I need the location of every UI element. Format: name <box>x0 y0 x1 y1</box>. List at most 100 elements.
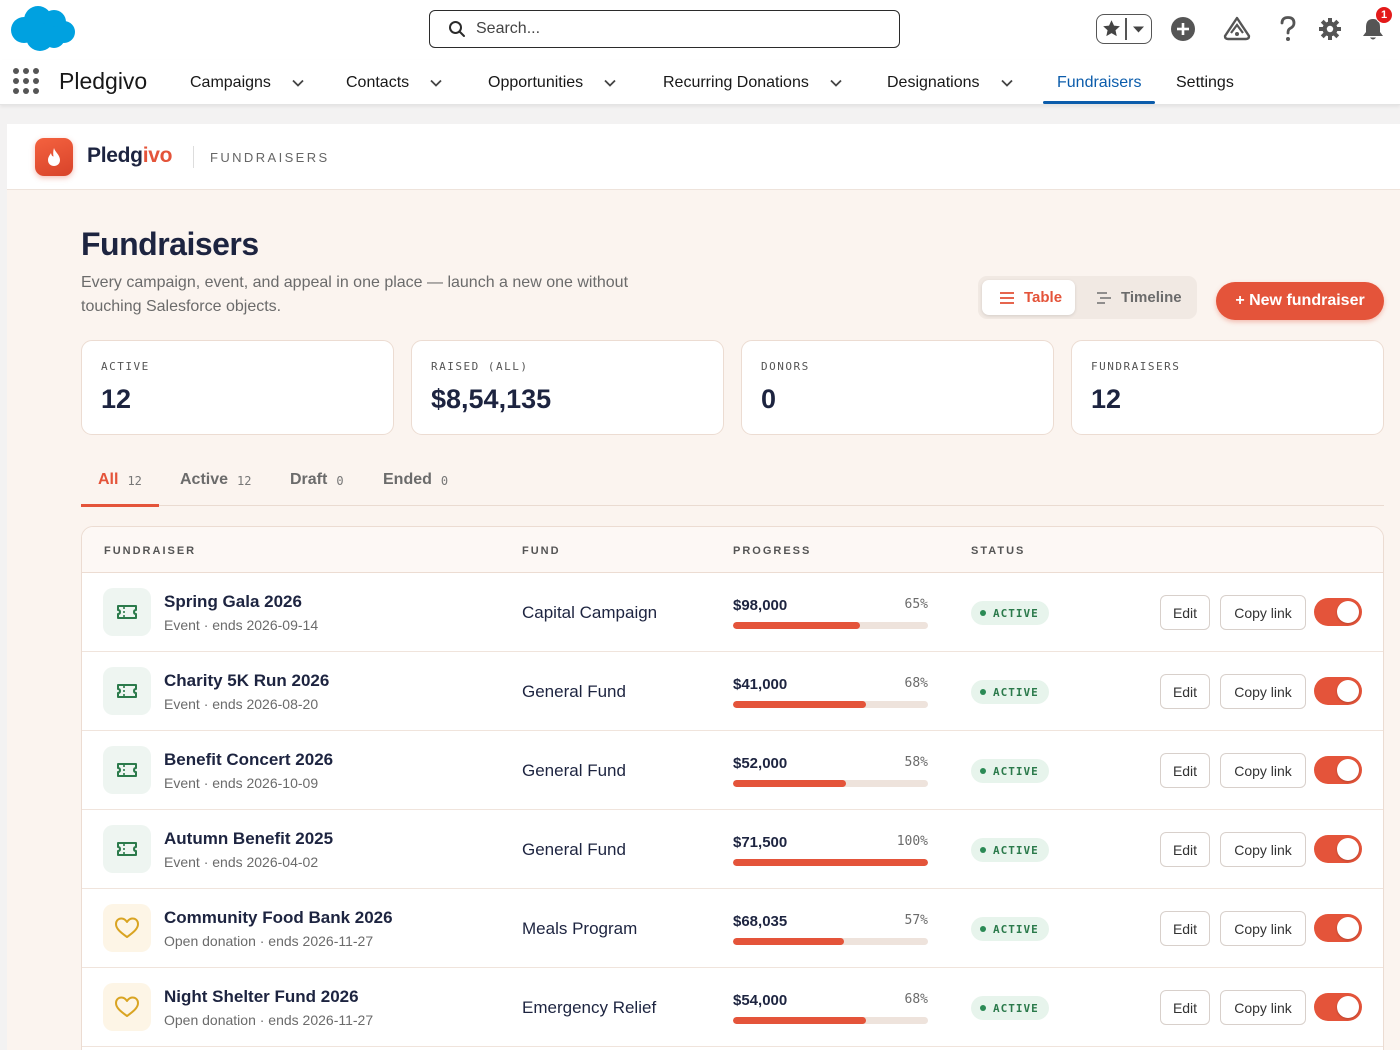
nav-tab-campaigns[interactable]: Campaigns <box>190 60 305 105</box>
nav-tab-settings[interactable]: Settings <box>1176 60 1234 105</box>
edit-button[interactable]: Edit <box>1160 990 1210 1025</box>
status-dot <box>980 768 986 774</box>
stat-value: $8,54,135 <box>431 384 552 414</box>
filter-tab-draft[interactable]: Draft 0 <box>290 469 344 505</box>
copy-link-button[interactable]: Copy link <box>1220 911 1306 946</box>
fundraiser-name[interactable]: Charity 5K Run 2026 <box>164 671 329 691</box>
toggle-knob <box>1337 601 1359 623</box>
edit-button[interactable]: Edit <box>1160 674 1210 709</box>
fundraiser-name[interactable]: Night Shelter Fund 2026 <box>164 987 359 1007</box>
progress-percent: 58% <box>904 755 928 770</box>
filter-tab-ended[interactable]: Ended 0 <box>383 469 448 505</box>
edit-button[interactable]: Edit <box>1160 753 1210 788</box>
view-timeline-button[interactable]: Timeline <box>1088 280 1193 315</box>
copy-link-button[interactable]: Copy link <box>1220 832 1306 867</box>
toggle-knob <box>1337 680 1359 702</box>
chevron-down-icon[interactable] <box>829 76 843 90</box>
notifications-button[interactable]: 1 <box>1358 6 1393 46</box>
enable-toggle[interactable] <box>1314 598 1362 626</box>
chevron-down-icon[interactable] <box>1132 25 1145 34</box>
fundraiser-name[interactable]: Community Food Bank 2026 <box>164 908 393 928</box>
status-label: ACTIVE <box>993 764 1039 778</box>
chevron-down-icon[interactable] <box>429 76 443 90</box>
stat-label: ACTIVE <box>101 360 150 373</box>
enable-toggle[interactable] <box>1314 914 1362 942</box>
toggle-knob <box>1337 996 1359 1018</box>
fundraiser-meta: Event · ends 2026-04-02 <box>164 854 319 870</box>
fundraiser-meta: Open donation · ends 2026-11-27 <box>164 1012 374 1028</box>
brand-section-label: FUNDRAISERS <box>210 150 330 165</box>
copy-link-button[interactable]: Copy link <box>1220 595 1306 630</box>
app-nav-bar: Pledgivo Campaigns Contacts Opportunitie… <box>0 60 1400 105</box>
ticket-icon <box>117 684 137 698</box>
gear-icon <box>1319 18 1341 40</box>
progress-bar <box>733 1017 928 1024</box>
copy-link-button[interactable]: Copy link <box>1220 674 1306 709</box>
nav-tab-contacts[interactable]: Contacts <box>346 60 443 105</box>
search-input[interactable] <box>476 20 876 38</box>
heart-icon <box>115 996 139 1017</box>
fund-name: Emergency Relief <box>522 998 657 1017</box>
nav-tab-recurring-donations[interactable]: Recurring Donations <box>663 60 843 105</box>
table-row[interactable]: Benefit Concert 2026 Event · ends 2026-1… <box>82 731 1383 810</box>
table-header: FUNDRAISER FUND PROGRESS STATUS <box>82 527 1383 573</box>
stat-label: RAISED (ALL) <box>431 360 529 373</box>
star-icon[interactable] <box>1101 18 1122 39</box>
view-table-button[interactable]: Table <box>982 280 1075 315</box>
app-canvas: Pledgivo FUNDRAISERS Fundraisers Every c… <box>7 124 1400 1050</box>
trailhead-button[interactable] <box>1222 12 1252 46</box>
brand-name-prefix: Pledg <box>87 144 143 167</box>
app-launcher-icon[interactable] <box>13 68 39 94</box>
chevron-down-icon[interactable] <box>291 76 305 90</box>
fundraiser-name[interactable]: Benefit Concert 2026 <box>164 750 333 770</box>
favorites-button-group[interactable] <box>1096 14 1152 44</box>
filter-tab-all[interactable]: All 12 <box>81 469 159 507</box>
chevron-down-icon[interactable] <box>1000 76 1014 90</box>
column-header-fundraiser: FUNDRAISER <box>104 545 197 557</box>
edit-button[interactable]: Edit <box>1160 911 1210 946</box>
nav-tab-fundraisers[interactable]: Fundraisers <box>1042 60 1157 105</box>
ticket-icon <box>117 605 137 619</box>
page-subtitle: Every campaign, event, and appeal in one… <box>81 274 629 315</box>
progress-percent: 65% <box>904 597 928 612</box>
brand-bar: Pledgivo FUNDRAISERS <box>7 124 1400 190</box>
table-row[interactable]: Night Shelter Fund 2026 Open donation · … <box>82 968 1383 1047</box>
progress-bar <box>733 938 928 945</box>
edit-button[interactable]: Edit <box>1160 595 1210 630</box>
nav-tab-designations[interactable]: Designations <box>887 60 1014 105</box>
enable-toggle[interactable] <box>1314 677 1362 705</box>
filter-tab-label: All <box>98 471 119 488</box>
raised-amount: $98,000 <box>733 597 788 614</box>
filter-tabs: All 12 Active 12 Draft 0 Ended 0 <box>81 469 1384 507</box>
global-actions-button[interactable] <box>1168 12 1198 46</box>
filter-tab-label: Ended <box>383 471 432 488</box>
fundraiser-name[interactable]: Spring Gala 2026 <box>164 592 302 612</box>
filter-tab-active[interactable]: Active 12 <box>180 469 251 505</box>
copy-link-button[interactable]: Copy link <box>1220 990 1306 1025</box>
table-row[interactable]: Community Food Bank 2026 Open donation ·… <box>82 889 1383 968</box>
nav-tab-opportunities[interactable]: Opportunities <box>488 60 617 105</box>
status-badge: ACTIVE <box>971 680 1049 704</box>
progress-bar <box>733 859 928 866</box>
enable-toggle[interactable] <box>1314 993 1362 1021</box>
new-fundraiser-button[interactable]: + New fundraiser <box>1216 282 1384 320</box>
fundraiser-name[interactable]: Autumn Benefit 2025 <box>164 829 333 849</box>
table-row[interactable]: Autumn Benefit 2025 Event · ends 2026-04… <box>82 810 1383 889</box>
copy-link-button[interactable]: Copy link <box>1220 753 1306 788</box>
table-row[interactable]: Charity 5K Run 2026 Event · ends 2026-08… <box>82 652 1383 731</box>
salesforce-cloud-logo[interactable] <box>6 4 76 54</box>
table-row[interactable]: Spring Gala 2026 Event · ends 2026-09-14… <box>82 573 1383 652</box>
chevron-down-icon[interactable] <box>603 76 617 90</box>
nav-tab-label: Campaigns <box>190 73 271 91</box>
help-button[interactable] <box>1274 12 1302 46</box>
filter-tab-label: Draft <box>290 471 328 488</box>
progress-percent: 100% <box>896 834 928 849</box>
global-search[interactable] <box>429 10 900 48</box>
trailhead-icon <box>1223 16 1251 41</box>
enable-toggle[interactable] <box>1314 756 1362 784</box>
page-title: Fundraisers <box>81 226 259 262</box>
setup-button[interactable] <box>1316 12 1344 46</box>
enable-toggle[interactable] <box>1314 835 1362 863</box>
column-header-progress: PROGRESS <box>733 545 812 557</box>
edit-button[interactable]: Edit <box>1160 832 1210 867</box>
